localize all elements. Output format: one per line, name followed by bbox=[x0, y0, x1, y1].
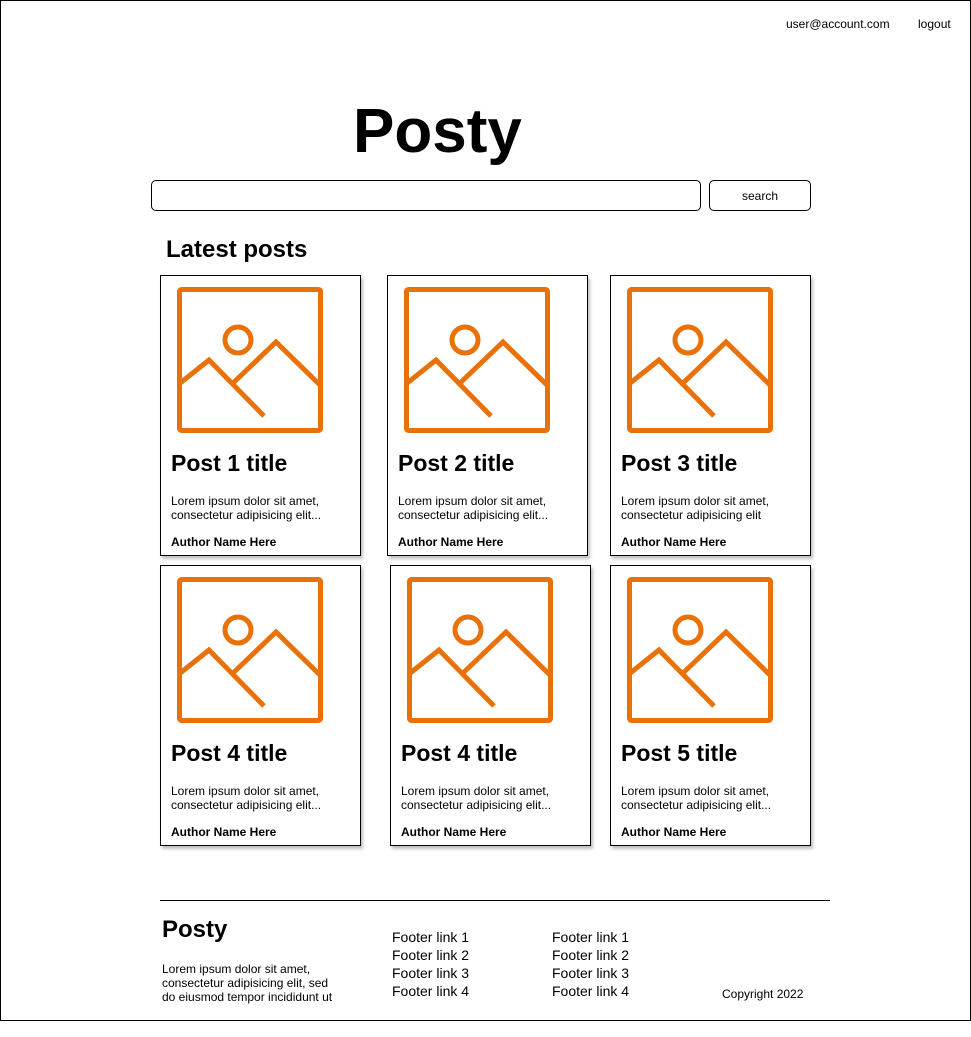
footer-description: Lorem ipsum dolor sit amet, consectetur … bbox=[162, 962, 333, 1004]
footer-link[interactable]: Footer link 2 bbox=[392, 946, 469, 964]
post-card[interactable]: Post 2 title Lorem ipsum dolor sit amet,… bbox=[387, 275, 588, 556]
footer-link[interactable]: Footer link 1 bbox=[552, 928, 629, 946]
post-title: Post 5 title bbox=[621, 740, 738, 766]
post-card[interactable]: Post 4 title Lorem ipsum dolor sit amet,… bbox=[390, 565, 591, 846]
post-author: Author Name Here bbox=[171, 825, 277, 839]
post-excerpt: Lorem ipsum dolor sit amet, consectetur … bbox=[621, 784, 772, 812]
footer-link[interactable]: Footer link 4 bbox=[392, 982, 469, 1000]
image-placeholder-icon bbox=[177, 577, 323, 723]
post-card[interactable]: Post 1 title Lorem ipsum dolor sit amet,… bbox=[160, 275, 361, 556]
search-button[interactable]: search bbox=[709, 180, 811, 211]
post-excerpt: Lorem ipsum dolor sit amet, consectetur … bbox=[171, 784, 322, 812]
post-author: Author Name Here bbox=[621, 825, 727, 839]
post-author: Author Name Here bbox=[171, 535, 277, 549]
footer-logo: Posty bbox=[162, 916, 228, 943]
post-title: Post 4 title bbox=[171, 740, 288, 766]
logout-link[interactable]: logout bbox=[918, 17, 951, 31]
post-title: Post 4 title bbox=[401, 740, 518, 766]
post-author: Author Name Here bbox=[398, 535, 504, 549]
site-logo: Posty bbox=[353, 97, 522, 166]
footer-link[interactable]: Footer link 3 bbox=[552, 964, 629, 982]
image-placeholder-icon bbox=[404, 287, 550, 433]
post-card[interactable]: Post 4 title Lorem ipsum dolor sit amet,… bbox=[160, 565, 361, 846]
post-excerpt: Lorem ipsum dolor sit amet, consectetur … bbox=[621, 494, 770, 522]
post-author: Author Name Here bbox=[621, 535, 727, 549]
post-excerpt: Lorem ipsum dolor sit amet, consectetur … bbox=[398, 494, 549, 522]
post-excerpt: Lorem ipsum dolor sit amet, consectetur … bbox=[171, 494, 322, 522]
post-title: Post 3 title bbox=[621, 450, 738, 476]
post-card[interactable]: Post 3 title Lorem ipsum dolor sit amet,… bbox=[610, 275, 811, 556]
post-excerpt: Lorem ipsum dolor sit amet, consectetur … bbox=[401, 784, 552, 812]
image-placeholder-icon bbox=[407, 577, 553, 723]
post-title: Post 1 title bbox=[171, 450, 288, 476]
copyright: Copyright 2022 bbox=[722, 987, 804, 1001]
post-author: Author Name Here bbox=[401, 825, 507, 839]
latest-posts-heading: Latest posts bbox=[166, 236, 308, 263]
footer-link[interactable]: Footer link 3 bbox=[392, 964, 469, 982]
footer-link[interactable]: Footer link 2 bbox=[552, 946, 629, 964]
image-placeholder-icon bbox=[177, 287, 323, 433]
footer-divider bbox=[160, 900, 830, 901]
image-placeholder-icon bbox=[627, 577, 773, 723]
post-title: Post 2 title bbox=[398, 450, 515, 476]
footer-link[interactable]: Footer link 1 bbox=[392, 928, 469, 946]
post-card[interactable]: Post 5 title Lorem ipsum dolor sit amet,… bbox=[610, 565, 811, 846]
footer-link[interactable]: Footer link 4 bbox=[552, 982, 629, 1000]
image-placeholder-icon bbox=[627, 287, 773, 433]
footer-links-column-1: Footer link 1 Footer link 2 Footer link … bbox=[392, 928, 469, 1000]
user-email: user@account.com bbox=[786, 17, 890, 31]
search-input[interactable] bbox=[151, 180, 701, 211]
footer-links-column-2: Footer link 1 Footer link 2 Footer link … bbox=[552, 928, 629, 1000]
